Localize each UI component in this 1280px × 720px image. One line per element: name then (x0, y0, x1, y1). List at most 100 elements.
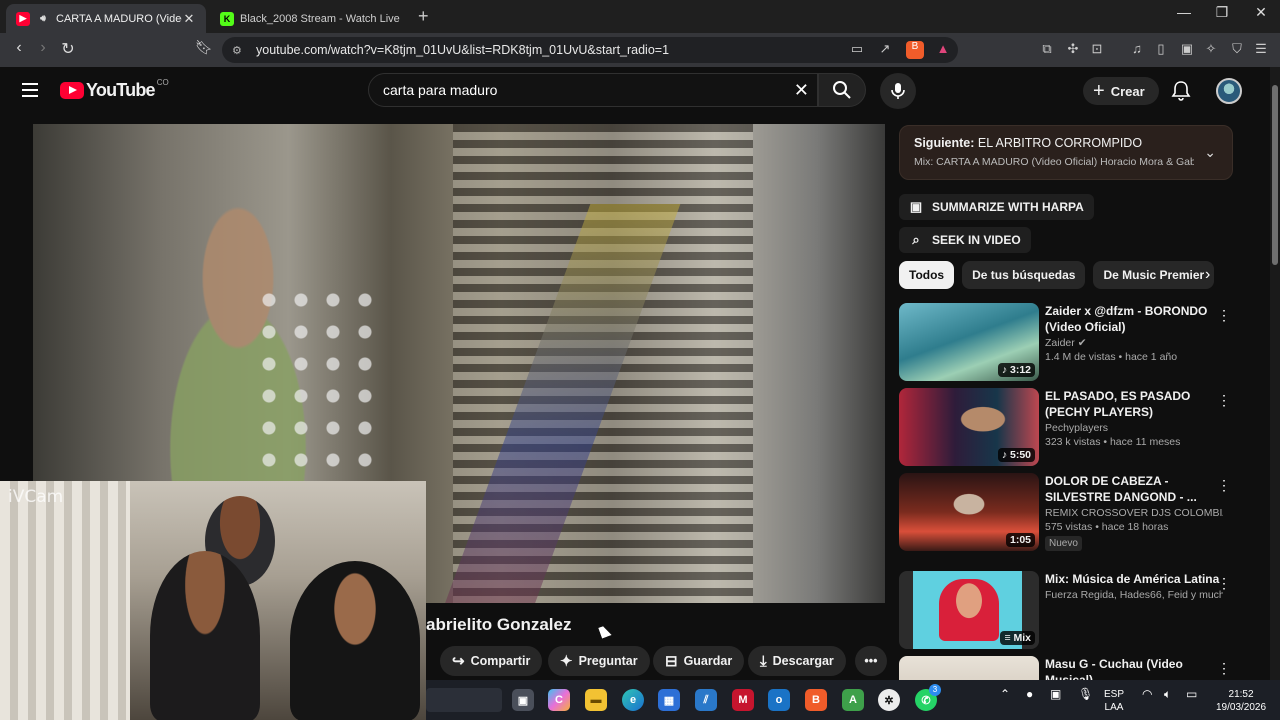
tab-carta-a-maduro[interactable]: ▶ 🔊︎ CARTA A MADURO (Video Of ✕ (6, 4, 206, 33)
video-title[interactable]: Zaider x @dfzm - BORONDO (Video Oficial) (1045, 303, 1223, 335)
file-explorer-icon[interactable]: ▬ (585, 689, 607, 711)
wallet-icon[interactable]: ▣ (1178, 41, 1196, 59)
site-info-icon[interactable]: ⚙ (232, 44, 248, 57)
summarize-harpa-button[interactable]: ▣ SUMMARIZE WITH HARPA (899, 194, 1094, 220)
minimize-icon[interactable]: — (1165, 4, 1203, 20)
chevron-right-icon[interactable]: › (1205, 266, 1210, 284)
channel-name[interactable]: Pechyplayers (1045, 422, 1223, 434)
brave-icon[interactable]: B (805, 689, 827, 711)
tray-mic-icon[interactable]: 🎙︎ (1078, 688, 1093, 701)
guide-menu-icon[interactable] (22, 83, 38, 97)
up-next-label: Siguiente: (914, 136, 975, 150)
list-item[interactable]: ≡ Mix Mix: Música de América Latina Fuer… (899, 571, 1239, 651)
chevron-down-icon[interactable]: ⌄ (1204, 144, 1216, 161)
video-thumbnail[interactable]: ♪ 3:12 (899, 303, 1039, 381)
voice-search-button[interactable] (880, 73, 916, 109)
cast-icon[interactable]: ▭ (848, 41, 866, 59)
channel-name[interactable]: REMIX CROSSOVER DJS COLOMBIA Y L... (1045, 507, 1223, 519)
more-vertical-icon[interactable]: ⋮ (1217, 477, 1231, 494)
vscode-icon[interactable]: ⫽ (695, 689, 717, 711)
puzzle-icon[interactable]: ✣ (1064, 41, 1082, 59)
video-title[interactable]: EL PASADO, ES PASADO (PECHY PLAYERS) (1045, 388, 1223, 420)
close-tab-icon[interactable]: ✕ (182, 11, 196, 27)
tray-app-icon[interactable]: ● (1026, 688, 1033, 701)
channel-name[interactable]: Zaider (1045, 337, 1075, 349)
wifi-icon[interactable]: ◠ (1142, 688, 1152, 701)
list-item[interactable]: Masu G - Cuchau (Video Musical) ⋮ (899, 656, 1239, 680)
clear-search-icon[interactable]: ✕ (794, 80, 809, 101)
list-item[interactable]: ♪ 5:50 EL PASADO, ES PASADO (PECHY PLAYE… (899, 388, 1239, 468)
more-vertical-icon[interactable]: ⋮ (1217, 392, 1231, 409)
more-vertical-icon[interactable]: ⋮ (1217, 307, 1231, 324)
video-title[interactable]: DOLOR DE CABEZA - SILVESTRE DANGOND - ..… (1045, 473, 1223, 505)
account-avatar[interactable] (1216, 78, 1242, 104)
outlook-icon[interactable]: o (768, 689, 790, 711)
edge-icon[interactable]: e (622, 689, 644, 711)
battery-icon[interactable]: ▭ (1186, 688, 1197, 701)
more-vertical-icon[interactable]: ⋮ (1217, 575, 1231, 592)
filter-chips: Todos De tus búsquedas De Music Premier (899, 261, 1229, 289)
notification-count-badge: 3 (929, 684, 941, 696)
chatgpt-icon[interactable]: ✲ (878, 689, 900, 711)
chip-de-tus-busquedas[interactable]: De tus búsquedas (962, 261, 1086, 289)
reload-icon[interactable]: ↻ (57, 39, 79, 59)
more-actions-button[interactable]: ••• (855, 646, 887, 676)
list-item[interactable]: ♪ 3:12 Zaider x @dfzm - BORONDO (Video O… (899, 303, 1239, 383)
share-button[interactable]: ↪ Compartir (440, 646, 543, 676)
up-next-subtitle: Mix: CARTA A MADURO (Video Oficial) Hora… (914, 156, 1194, 168)
tab-kick-stream[interactable]: K Black_2008 Stream - Watch Live on K (210, 4, 410, 33)
channel-name[interactable]: abrielito Gonzalez (426, 615, 571, 635)
leo-ai-icon[interactable]: ✧ (1202, 41, 1220, 59)
video-title[interactable]: Masu G - Cuchau (Video Musical) (1045, 656, 1223, 680)
ask-button[interactable]: ✦ Preguntar (548, 646, 650, 676)
speaker-icon[interactable]: 🔊︎ (36, 12, 50, 26)
save-button[interactable]: ⊟ Guardar (653, 646, 745, 676)
sidebar-icon[interactable]: ▯ (1152, 41, 1170, 59)
language-indicator[interactable]: ESP LAA (1104, 688, 1124, 714)
brave-rewards-icon[interactable]: ▲ (934, 41, 952, 59)
new-tab-button[interactable]: + (418, 6, 429, 27)
forward-icon[interactable]: › (32, 39, 54, 57)
store-icon[interactable]: ▦ (658, 689, 680, 711)
clock[interactable]: 21:52 19/03/2026 (1216, 688, 1266, 714)
search-input[interactable]: carta para maduro ✕ (368, 73, 818, 107)
tray-bluetooth-icon[interactable]: ▣ (1050, 688, 1061, 701)
copilot-icon[interactable]: C (548, 689, 570, 711)
screenshot-icon[interactable]: ⊡ (1088, 41, 1106, 59)
up-next-panel[interactable]: Siguiente: EL ARBITRO CORROMPIDO Mix: CA… (899, 125, 1233, 180)
taskbar-search-box[interactable] (426, 688, 502, 712)
chevron-up-icon[interactable]: ⌃ (1000, 688, 1010, 701)
android-icon[interactable]: A (842, 689, 864, 711)
notifications-bell-icon[interactable] (1170, 79, 1192, 101)
task-view-icon[interactable]: ▣ (512, 689, 534, 711)
page-scrollbar[interactable] (1270, 67, 1280, 680)
video-thumbnail[interactable]: 1:05 (899, 473, 1039, 551)
chip-todos[interactable]: Todos (899, 261, 955, 289)
maximize-icon[interactable]: ❐ (1203, 4, 1241, 21)
extension-icon[interactable]: ⧉ (1038, 41, 1056, 59)
close-window-icon[interactable]: ✕ (1242, 4, 1280, 21)
list-item[interactable]: 1:05 DOLOR DE CABEZA - SILVESTRE DANGOND… (899, 473, 1239, 563)
scrollbar-thumb[interactable] (1272, 85, 1278, 265)
menu-icon[interactable]: ☰ (1252, 41, 1270, 59)
volume-icon[interactable]: 🔈︎ (1164, 688, 1171, 701)
chip-de-music-premier[interactable]: De Music Premier (1093, 261, 1215, 289)
mcafee-icon[interactable]: M (732, 689, 754, 711)
share-icon[interactable]: ↗ (876, 41, 894, 59)
vpn-icon[interactable]: ⛉ (1228, 41, 1246, 59)
video-thumbnail[interactable] (899, 656, 1039, 680)
create-button[interactable]: + Crear (1083, 77, 1159, 105)
download-button[interactable]: ⤓ Descargar (748, 646, 846, 676)
bookmark-icon[interactable]: 🔖︎ (193, 39, 215, 56)
channel-name[interactable]: Fuerza Regida, Hades66, Feid y muchos ..… (1045, 589, 1223, 601)
video-thumbnail[interactable]: ♪ 5:50 (899, 388, 1039, 466)
video-thumbnail[interactable]: ≡ Mix (899, 571, 1039, 649)
back-icon[interactable]: ‹ (8, 39, 30, 57)
more-vertical-icon[interactable]: ⋮ (1217, 660, 1231, 677)
youtube-logo[interactable]: YouTube CO (60, 78, 169, 101)
seek-in-video-button[interactable]: ⌕ SEEK IN VIDEO (899, 227, 1031, 253)
video-title[interactable]: Mix: Música de América Latina (1045, 571, 1223, 587)
media-icon[interactable]: ♫ (1128, 41, 1146, 59)
search-button[interactable] (818, 73, 866, 107)
brave-shield-icon[interactable]: B (906, 41, 924, 59)
